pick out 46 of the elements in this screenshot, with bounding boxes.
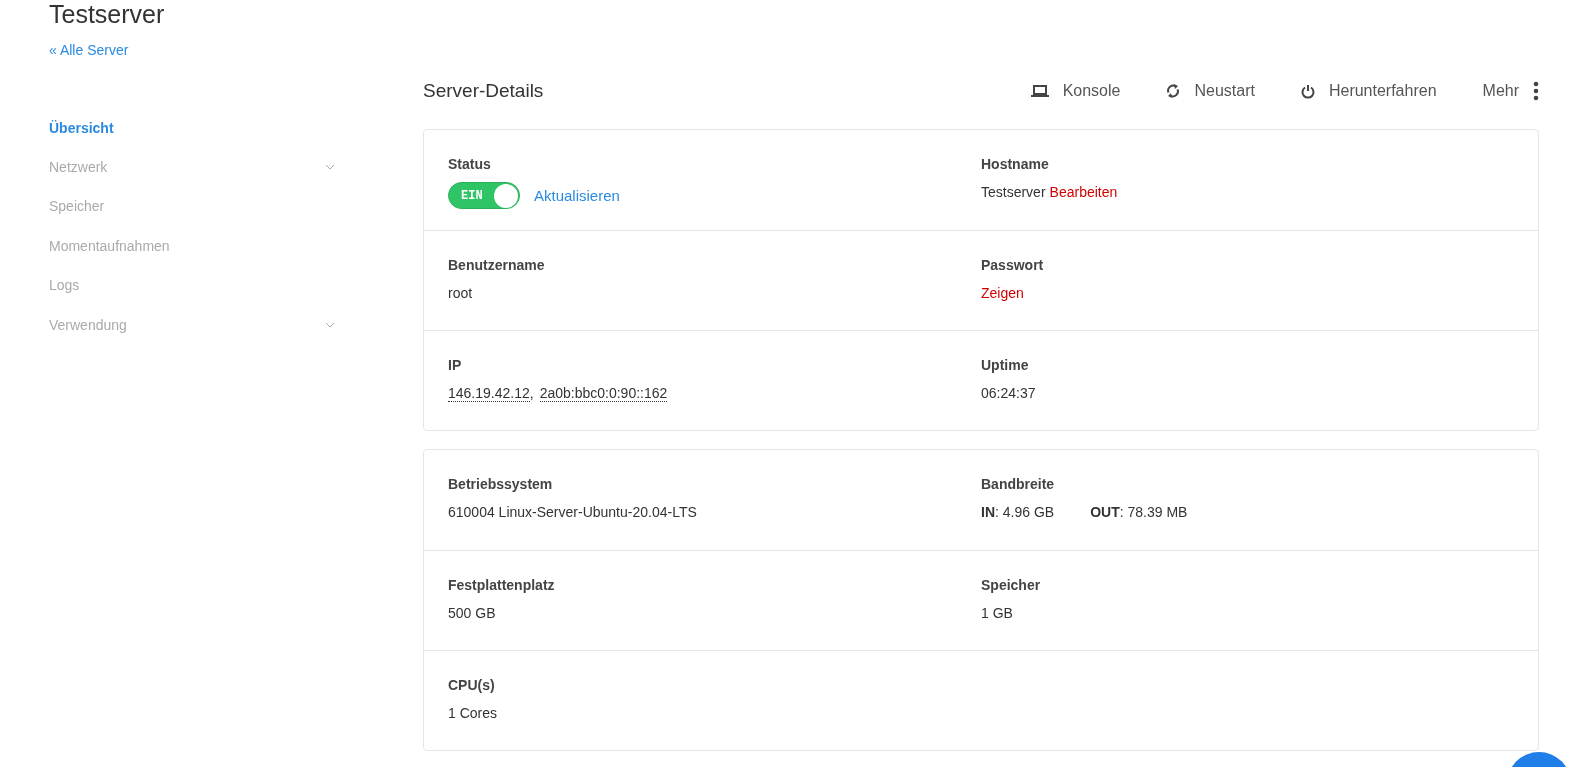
power-icon bbox=[1300, 83, 1315, 99]
page-title: Testserver bbox=[49, 0, 166, 28]
field-value: root bbox=[448, 285, 473, 301]
section-title: Server-Details bbox=[423, 80, 544, 102]
show-link[interactable]: Zeigen bbox=[981, 285, 1024, 301]
field-label: Speicher bbox=[981, 577, 1042, 593]
sidebar-item[interactable]: Speicher bbox=[49, 186, 335, 227]
action-button[interactable]: Herunterfahren bbox=[1300, 82, 1437, 100]
action-button[interactable]: Konsole bbox=[1030, 82, 1121, 100]
action-button[interactable]: Neustart bbox=[1166, 82, 1255, 100]
field-label: Passwort bbox=[981, 257, 1045, 273]
sidebar-item[interactable]: Momentaufnahmen bbox=[49, 226, 335, 266]
field-value: 1 Cores bbox=[448, 705, 498, 721]
status-toggle[interactable]: EIN bbox=[448, 182, 520, 209]
chevron-down-icon bbox=[325, 164, 335, 171]
sidebar-item[interactable]: Übersicht bbox=[49, 108, 335, 148]
bandwidth-value: IN: 4.96 GB bbox=[981, 504, 1055, 520]
action-button[interactable]: Mehr bbox=[1482, 81, 1539, 101]
field-value: 06:24:37 bbox=[981, 385, 1036, 401]
back-link[interactable]: « Alle Server bbox=[49, 42, 129, 58]
field-label: CPU(s) bbox=[448, 677, 496, 693]
sidebar-item[interactable]: Logs bbox=[49, 265, 335, 305]
field-value: 1 GB bbox=[981, 605, 1013, 621]
laptop-icon bbox=[1030, 84, 1049, 98]
ip-address: 146.19.42.12 bbox=[448, 384, 530, 402]
refresh-link[interactable]: Aktualisieren bbox=[534, 187, 620, 204]
field-label: Betriebssystem bbox=[448, 476, 554, 492]
ip-address: 2a0b:bbc0:0:90::162 bbox=[539, 384, 668, 402]
field-label: Festplattenplatz bbox=[448, 577, 556, 593]
field-label: Hostname bbox=[981, 156, 1050, 172]
field-label: Uptime bbox=[981, 357, 1030, 373]
field-label: IP bbox=[448, 357, 463, 373]
sidebar-item[interactable]: Verwendung bbox=[49, 304, 335, 345]
field-label: Benutzername bbox=[448, 257, 546, 273]
edit-link[interactable]: Bearbeiten bbox=[1049, 184, 1118, 200]
field-label: Status bbox=[448, 156, 492, 172]
bandwidth-value: OUT: 78.39 MB bbox=[1090, 504, 1188, 520]
field-value: 610004 Linux-Server-Ubuntu-20.04-LTS bbox=[448, 504, 697, 520]
more-vertical-icon bbox=[1533, 81, 1539, 101]
chevron-down-icon bbox=[325, 321, 335, 328]
refresh-icon bbox=[1166, 83, 1181, 99]
field-value: 500 GB bbox=[448, 605, 496, 621]
field-label: Bandbreite bbox=[981, 476, 1056, 492]
separator-text: , bbox=[529, 385, 534, 401]
sidebar-item[interactable]: Netzwerk bbox=[49, 147, 335, 187]
field-value: Testserver bbox=[981, 184, 1046, 200]
